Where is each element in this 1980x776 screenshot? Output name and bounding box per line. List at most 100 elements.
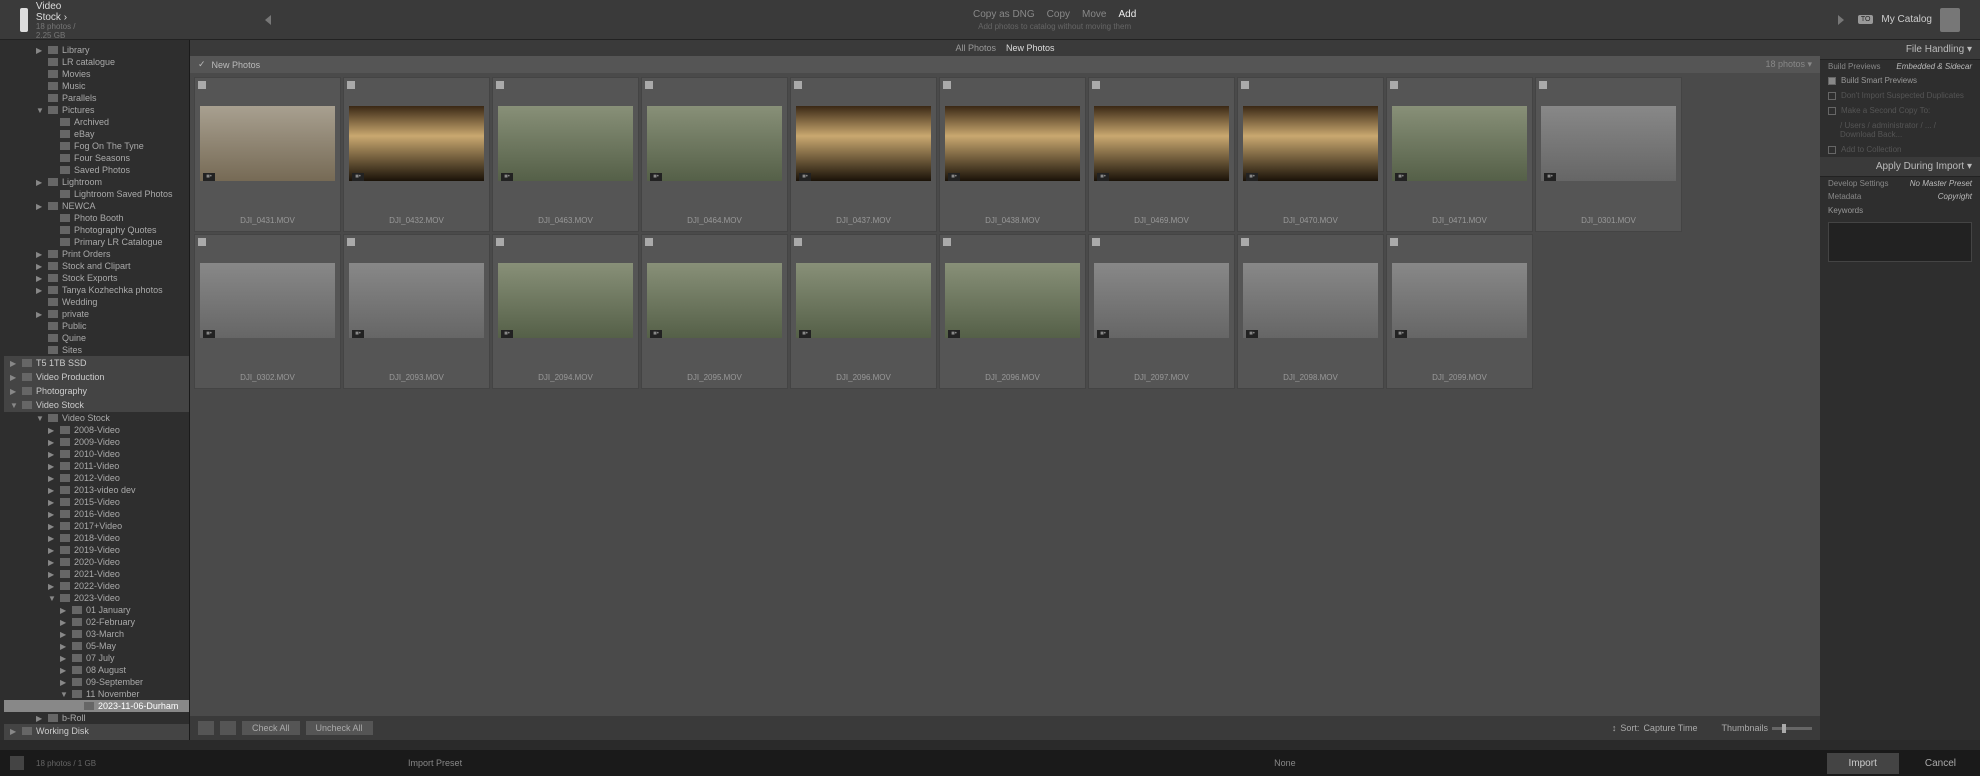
tree-item[interactable]: ▶Lightroom: [4, 176, 189, 188]
tree-item[interactable]: 2023-11-06-Durham: [4, 700, 189, 712]
thumbnail-cell[interactable]: ■•DJI_2096.MOV: [939, 234, 1086, 389]
thumb-size-slider[interactable]: [1772, 727, 1812, 730]
tree-item[interactable]: Public: [4, 320, 189, 332]
tree-item[interactable]: ▶Library: [4, 44, 189, 56]
tree-item[interactable]: ▶2012-Video: [4, 472, 189, 484]
thumb-checkbox[interactable]: [198, 81, 206, 89]
tree-item[interactable]: ▶Stock and Clipart: [4, 260, 189, 272]
tree-item[interactable]: ▼Video Stock: [4, 412, 189, 424]
collapse-right-icon[interactable]: [1838, 15, 1844, 25]
thumb-checkbox[interactable]: [198, 238, 206, 246]
tree-item[interactable]: Quine: [4, 332, 189, 344]
thumb-checkbox[interactable]: [1241, 81, 1249, 89]
thumb-checkbox[interactable]: [347, 238, 355, 246]
import-tab-move[interactable]: Move: [1082, 9, 1106, 20]
tree-item[interactable]: Photo Booth: [4, 212, 189, 224]
thumbnail-cell[interactable]: ■•DJI_0432.MOV: [343, 77, 490, 232]
uncheck-all-button[interactable]: Uncheck All: [306, 721, 373, 735]
tree-item[interactable]: Music: [4, 80, 189, 92]
thumbnail-cell[interactable]: ■•DJI_0431.MOV: [194, 77, 341, 232]
tree-item[interactable]: ▶NEWCA: [4, 200, 189, 212]
preset-none[interactable]: None: [1274, 758, 1296, 768]
collapse-left-icon[interactable]: [91, 15, 271, 25]
tree-item[interactable]: ▶2013-video dev: [4, 484, 189, 496]
tree-item[interactable]: ▶Working Disk: [4, 724, 189, 738]
thumbnail-cell[interactable]: ■•DJI_0471.MOV: [1386, 77, 1533, 232]
thumbnail-cell[interactable]: ■•DJI_0464.MOV: [641, 77, 788, 232]
thumbnail-cell[interactable]: ■•DJI_0438.MOV: [939, 77, 1086, 232]
tree-item[interactable]: ▶2021-Video: [4, 568, 189, 580]
thumb-checkbox[interactable]: [794, 81, 802, 89]
thumbnail-cell[interactable]: ■•DJI_2094.MOV: [492, 234, 639, 389]
sort-icon[interactable]: ↕: [1612, 723, 1617, 733]
tree-item[interactable]: ▶2010-Video: [4, 448, 189, 460]
file-handling-header[interactable]: File Handling ▾: [1820, 40, 1980, 60]
thumb-checkbox[interactable]: [645, 81, 653, 89]
tree-item[interactable]: ▶2009-Video: [4, 436, 189, 448]
thumb-checkbox[interactable]: [943, 238, 951, 246]
thumbnail-cell[interactable]: ■•DJI_2093.MOV: [343, 234, 490, 389]
tree-item[interactable]: ▶07 July: [4, 652, 189, 664]
tree-item[interactable]: ▶b-Roll: [4, 712, 189, 724]
thumb-checkbox[interactable]: [943, 81, 951, 89]
check-all-button[interactable]: Check All: [242, 721, 300, 735]
tree-item[interactable]: eBay: [4, 128, 189, 140]
import-button[interactable]: Import: [1827, 753, 1899, 774]
tree-item[interactable]: LR catalogue: [4, 56, 189, 68]
thumb-checkbox[interactable]: [1539, 81, 1547, 89]
filter-all[interactable]: All Photos: [955, 43, 996, 53]
tree-item[interactable]: Four Seasons: [4, 152, 189, 164]
tree-item[interactable]: ▶T5 1TB SSD: [4, 356, 189, 370]
tree-item[interactable]: ▶2017+Video: [4, 520, 189, 532]
tree-item[interactable]: ▶2016-Video: [4, 508, 189, 520]
tree-item[interactable]: ▶2015-Video: [4, 496, 189, 508]
dest-drive-icon[interactable]: [1940, 8, 1960, 32]
tree-item[interactable]: ▶09-September: [4, 676, 189, 688]
tree-item[interactable]: ▶05-May: [4, 640, 189, 652]
tree-item[interactable]: ▼Pictures: [4, 104, 189, 116]
thumbnail-cell[interactable]: ■•DJI_0469.MOV: [1088, 77, 1235, 232]
tree-item[interactable]: ▶Stock Exports: [4, 272, 189, 284]
grid-view-button[interactable]: [198, 721, 214, 735]
apply-import-header[interactable]: Apply During Import ▾: [1820, 157, 1980, 177]
import-tab-add[interactable]: Add: [1118, 9, 1136, 20]
thumb-checkbox[interactable]: [1390, 238, 1398, 246]
thumbnail-cell[interactable]: ■•DJI_2095.MOV: [641, 234, 788, 389]
thumbnail-cell[interactable]: ■•DJI_0437.MOV: [790, 77, 937, 232]
loupe-view-button[interactable]: [220, 721, 236, 735]
tree-item[interactable]: ▶2020-Video: [4, 556, 189, 568]
second-copy-checkbox[interactable]: [1828, 107, 1836, 115]
sort-value[interactable]: Capture Time: [1643, 723, 1697, 733]
import-tab-copy[interactable]: Copy: [1047, 9, 1070, 20]
thumb-checkbox[interactable]: [794, 238, 802, 246]
section-count[interactable]: 18 photos ▾: [1765, 59, 1812, 70]
tree-item[interactable]: Parallels: [4, 92, 189, 104]
smart-previews-checkbox[interactable]: [1828, 77, 1836, 85]
thumb-checkbox[interactable]: [1241, 238, 1249, 246]
thumbnail-cell[interactable]: ■•DJI_0301.MOV: [1535, 77, 1682, 232]
tree-item[interactable]: Movies: [4, 68, 189, 80]
tree-item[interactable]: ▶01 January: [4, 604, 189, 616]
thumb-checkbox[interactable]: [347, 81, 355, 89]
tree-item[interactable]: Fog On The Tyne: [4, 140, 189, 152]
cancel-button[interactable]: Cancel: [1911, 753, 1970, 774]
thumb-checkbox[interactable]: [496, 238, 504, 246]
import-tab-copy-as-dng[interactable]: Copy as DNG: [973, 9, 1035, 20]
build-previews-value[interactable]: Embedded & Sidecar: [1896, 62, 1972, 71]
thumbnail-cell[interactable]: ■•DJI_2097.MOV: [1088, 234, 1235, 389]
tree-item[interactable]: Sites: [4, 344, 189, 356]
thumb-checkbox[interactable]: [496, 81, 504, 89]
no-dup-checkbox[interactable]: [1828, 92, 1836, 100]
tree-item[interactable]: ▶2008-Video: [4, 424, 189, 436]
source-tree[interactable]: ▶LibraryLR catalogueMoviesMusicParallels…: [0, 40, 190, 740]
tree-item[interactable]: Saved Photos: [4, 164, 189, 176]
develop-settings-value[interactable]: No Master Preset: [1910, 179, 1972, 188]
tree-item[interactable]: ▼Video Stock: [4, 398, 189, 412]
add-collection-checkbox[interactable]: [1828, 146, 1836, 154]
thumb-checkbox[interactable]: [1092, 238, 1100, 246]
thumb-checkbox[interactable]: [1390, 81, 1398, 89]
tree-item[interactable]: Lightroom Saved Photos: [4, 188, 189, 200]
section-check-icon[interactable]: ✓: [198, 59, 206, 70]
tree-item[interactable]: ▶Video Production: [4, 370, 189, 384]
tree-item[interactable]: ▼2023-Video: [4, 592, 189, 604]
